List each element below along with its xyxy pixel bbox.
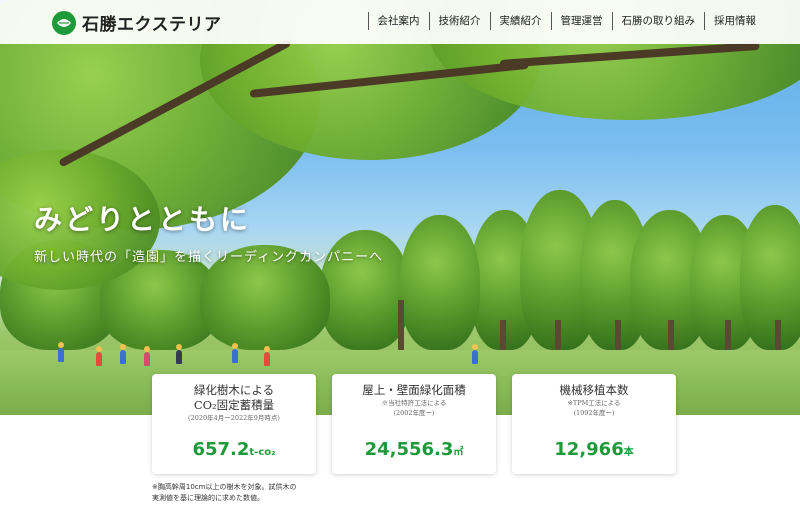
stat-value: 12,966本	[512, 439, 676, 460]
leaf-logo-icon	[52, 10, 76, 35]
card-heading: 緑化樹木による CO₂固定蓄積量	[193, 383, 275, 412]
nav-technology[interactable]: 技術紹介	[428, 12, 490, 30]
nav-works[interactable]: 実績紹介	[489, 12, 551, 30]
site-logo[interactable]: 石勝エクステリア	[52, 10, 222, 35]
stat-number: 657.2	[192, 439, 250, 460]
stat-unit: t-co₂	[249, 447, 276, 458]
logo-text: 石勝エクステリア	[82, 15, 222, 35]
nav-recruit[interactable]: 採用情報	[704, 12, 800, 30]
card-note-period: (2002年度ー)	[393, 409, 435, 417]
card-heading: 屋上・壁面緑化面積	[362, 383, 466, 397]
hero-title: みどりとともに	[34, 203, 252, 236]
footnote: ※胸高幹周10cm以上の樹木を対象。試供木の 実測値を基に理論的に求めた数値。	[152, 483, 297, 502]
card-note: ※TPM工法による	[567, 399, 621, 407]
stat-card-co2: 緑化樹木による CO₂固定蓄積量 (2020年4月ー2022年9月時点) 657…	[152, 374, 316, 474]
nav-initiatives[interactable]: 石勝の取り組み	[611, 12, 705, 30]
nav-company[interactable]: 会社案内	[367, 12, 429, 30]
card-heading: 機械移植本数	[559, 383, 629, 397]
stat-card-transplant: 機械移植本数 ※TPM工法による (1992年度ー) 12,966本	[512, 374, 676, 474]
stat-number: 24,556.3	[364, 439, 454, 460]
nav-management[interactable]: 管理運営	[550, 12, 612, 30]
stat-number: 12,966	[554, 439, 624, 460]
stat-unit: ㎡	[453, 447, 464, 458]
hero-subtitle: 新しい時代の「造園」を描くリーディングカンパニーへ	[34, 250, 384, 265]
card-note-period: (1992年度ー)	[573, 409, 615, 417]
stat-value: 657.2t-co₂	[152, 439, 316, 460]
stat-unit: 本	[623, 447, 634, 458]
card-note: ※当社特許工法による	[381, 399, 447, 407]
stat-value: 24,556.3㎡	[332, 439, 496, 460]
site-header: 石勝エクステリア 会社案内 技術紹介 実績紹介 管理運営 石勝の取り組み 採用情…	[0, 0, 800, 44]
stat-card-greening-area: 屋上・壁面緑化面積 ※当社特許工法による (2002年度ー) 24,556.3㎡	[332, 374, 496, 474]
global-nav: 会社案内 技術紹介 実績紹介 管理運営 石勝の取り組み 採用情報	[367, 12, 800, 30]
card-note: (2020年4月ー2022年9月時点)	[188, 414, 280, 422]
